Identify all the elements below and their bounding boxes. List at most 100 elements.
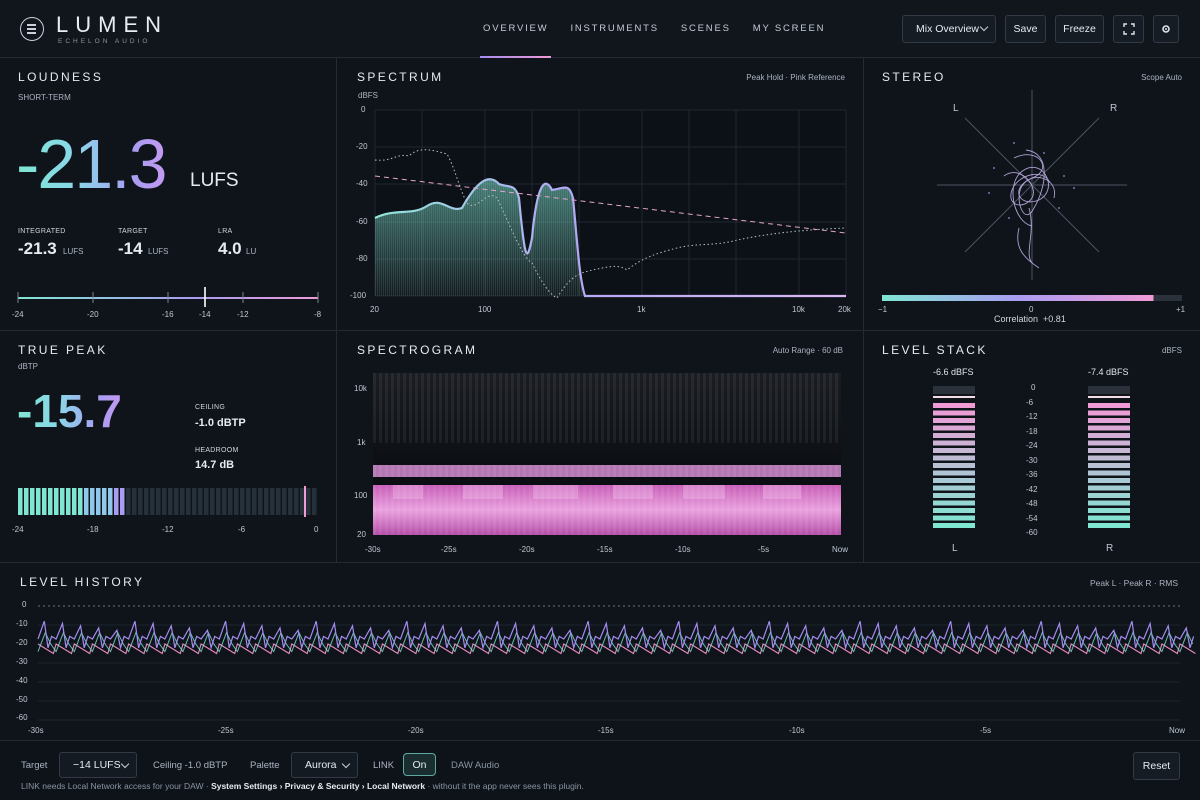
tab-instruments[interactable]: INSTRUMENTS xyxy=(559,0,669,58)
true-peak-segment xyxy=(24,488,29,515)
history-x-tick: -25s xyxy=(218,726,234,735)
level-stack-unit: dBFS xyxy=(1161,346,1182,355)
true-peak-segment xyxy=(186,488,191,515)
left-meter-segment xyxy=(933,403,975,408)
correlation-bar-fill xyxy=(882,295,1154,301)
note-arrow: › xyxy=(277,781,285,791)
menu-icon[interactable] xyxy=(20,17,44,41)
ceiling-label: CEILING xyxy=(195,404,226,411)
level-stack-tick: 0 xyxy=(1031,383,1036,392)
link-label: LINK xyxy=(373,760,395,771)
spectrum-x-tick: 20 xyxy=(370,305,379,314)
true-peak-segment xyxy=(204,488,209,515)
true-peak-segment xyxy=(198,488,203,515)
settings-button[interactable] xyxy=(1153,15,1179,43)
headroom-label: HEADROOM xyxy=(195,447,239,454)
left-level-value: -6.6 dBFS xyxy=(933,367,974,377)
left-meter-segment xyxy=(933,478,975,483)
true-peak-tick: -24 xyxy=(12,525,24,534)
true-peak-segment xyxy=(120,488,125,515)
loudness-tick: -24 xyxy=(12,310,24,319)
stereo-panel: STEREO Scope Auto L R −1 0 +1 Correlatio… xyxy=(864,58,1200,331)
history-x-tick: -30s xyxy=(28,726,44,735)
palette-label: Palette xyxy=(250,760,280,771)
tab-scenes[interactable]: SCENES xyxy=(670,0,742,58)
correlation-tick: −1 xyxy=(878,305,888,314)
true-peak-segment xyxy=(294,488,299,515)
true-peak-segment xyxy=(300,488,305,515)
integrated-value: -21.3 xyxy=(18,239,57,258)
correlation-value: +0.81 xyxy=(1043,314,1066,324)
true-peak-segment xyxy=(84,488,89,515)
left-meter-segment xyxy=(933,493,975,498)
level-stack-tick: -6 xyxy=(1026,397,1034,407)
right-meter-segment xyxy=(1088,448,1130,453)
history-y-tick: -30 xyxy=(16,657,28,666)
left-meter-peak-hold xyxy=(933,396,975,398)
spectrogram-y-tick: 100 xyxy=(354,491,368,500)
chevron-down-icon xyxy=(341,759,351,769)
left-channel-label: L xyxy=(952,543,958,554)
palette-select-value: Aurora xyxy=(305,759,337,771)
brand-subtitle: ECHELON AUDIO xyxy=(58,38,151,45)
note-text: · without it the app never sees this plu… xyxy=(425,781,584,791)
spectrogram-mode: Auto Range · 60 dB xyxy=(772,346,843,355)
true-peak-panel: TRUE PEAK dBTP -15.7 CEILING -1.0 dBTP H… xyxy=(0,331,337,563)
true-peak-segment xyxy=(66,488,71,515)
palette-select[interactable]: Aurora xyxy=(291,752,358,778)
right-meter-segment xyxy=(1088,500,1130,506)
preset-select[interactable]: Mix Overview xyxy=(902,15,996,43)
link-toggle[interactable]: On xyxy=(403,753,436,776)
level-stack-tick: -24 xyxy=(1026,441,1038,450)
true-peak-segment xyxy=(78,488,83,515)
target-value: -14 xyxy=(118,239,143,258)
true-peak-segment xyxy=(210,488,215,515)
true-peak-segment xyxy=(18,488,23,515)
short-term-loudness-value: -21.3 xyxy=(16,125,168,203)
history-y-tick: 0 xyxy=(22,600,27,609)
left-meter-headroom xyxy=(933,386,975,394)
spectrogram-x-tick: -10s xyxy=(675,545,691,554)
spectrogram-x-tick: -30s xyxy=(365,545,381,554)
spectrogram-y-tick: 20 xyxy=(357,530,366,539)
ceiling-value: -1.0 dBTP xyxy=(195,417,246,429)
true-peak-segment xyxy=(126,488,131,515)
save-button[interactable]: Save xyxy=(1005,15,1046,43)
left-meter-segment xyxy=(933,523,975,528)
fullscreen-button[interactable] xyxy=(1113,15,1144,43)
preset-select-value: Mix Overview xyxy=(916,23,980,35)
right-meter-segment xyxy=(1088,515,1130,521)
true-peak-tick: -18 xyxy=(87,525,99,534)
true-peak-segment xyxy=(258,488,263,515)
right-meter-segment xyxy=(1088,470,1130,476)
tab-my-screen[interactable]: MY SCREEN xyxy=(742,0,837,58)
true-peak-unit: dBTP xyxy=(18,362,39,371)
level-stack-tick: -12 xyxy=(1026,412,1038,421)
spectrum-y-tick: -40 xyxy=(356,179,368,188)
reset-button[interactable]: Reset xyxy=(1133,752,1180,780)
spectrogram-x-tick: -15s xyxy=(597,545,613,554)
spectrum-y-tick: 0 xyxy=(361,105,366,114)
loudness-title: LOUDNESS xyxy=(18,70,104,84)
loudness-tick: -8 xyxy=(314,310,322,319)
target-label: TARGET xyxy=(118,228,148,235)
right-meter-segment xyxy=(1088,463,1130,468)
true-peak-segment xyxy=(138,488,143,515)
left-meter-segment xyxy=(933,515,975,521)
footer-bar: Target −14 LUFS Ceiling -1.0 dBTP Palett… xyxy=(0,741,1200,800)
true-peak-segment xyxy=(132,488,137,515)
true-peak-segment xyxy=(54,488,59,515)
level-stack-title: LEVEL STACK xyxy=(882,343,988,357)
true-peak-segment xyxy=(270,488,275,515)
level-stack-panel: LEVEL STACK dBFS -6.6 dBFS -7.4 dBFS 0 -6… xyxy=(864,331,1200,563)
freeze-button[interactable]: Freeze xyxy=(1055,15,1104,43)
true-peak-meter xyxy=(18,486,317,517)
level-history-plot xyxy=(37,605,1196,721)
correlation-label: Correlation xyxy=(994,314,1039,324)
daw-audio-label: DAW Audio xyxy=(451,760,500,771)
target-select[interactable]: −14 LUFS xyxy=(59,752,137,778)
right-meter-segment xyxy=(1088,478,1130,483)
tab-overview[interactable]: OVERVIEW xyxy=(472,0,559,58)
gear-icon xyxy=(1162,25,1170,33)
chevron-down-icon xyxy=(979,22,989,32)
